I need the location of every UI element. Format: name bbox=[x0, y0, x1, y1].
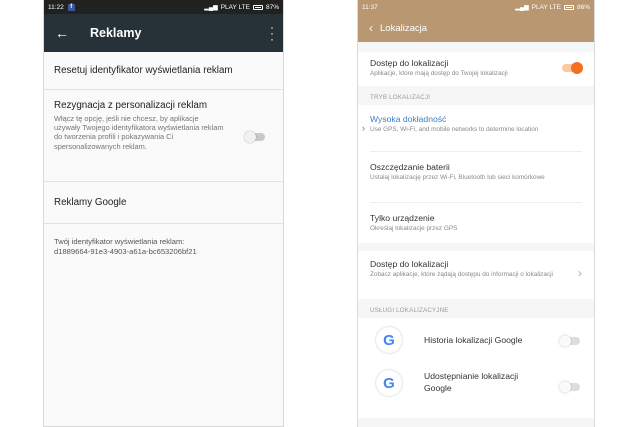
location-access-title: Dostęp do lokalizacji bbox=[370, 58, 449, 68]
status-bar: 11:22 f ▂▄▆ PLAY LTE 87% bbox=[44, 0, 283, 14]
battery-icon bbox=[563, 4, 574, 10]
google-ads-label: Reklamy Google bbox=[54, 197, 127, 208]
mode-battery-saving-subtitle: Ustalaj lokalizację przez Wi-Fi, Bluetoo… bbox=[370, 174, 545, 181]
overflow-menu-icon[interactable]: · · · bbox=[269, 21, 275, 45]
reset-ad-id-item[interactable]: Resetuj identyfikator wyświetlania rekla… bbox=[44, 52, 283, 90]
location-services-section: G Historia lokalizacji Google G Udostępn… bbox=[358, 318, 594, 418]
mode-device-only-subtitle: Określaj lokalizacje przez GPS bbox=[370, 225, 458, 232]
opt-out-title: Rezygnacja z personalizacji reklam bbox=[54, 100, 208, 111]
battery-percent: 86% bbox=[576, 3, 590, 11]
opt-out-description: Włącz tę opcję, jeśli nie chcesz, by apl… bbox=[54, 114, 224, 151]
location-settings-screen: 11:37 ▂▄▆ PLAY LTE 86% ‹ Lokalizacja Dos… bbox=[357, 0, 595, 427]
location-access-section: Dostęp do lokalizacji Aplikacje, które m… bbox=[358, 52, 594, 86]
facebook-notification-icon: f bbox=[67, 3, 75, 11]
location-mode-header: TRYB LOKALIZACJI bbox=[370, 94, 431, 101]
network-label: PLAY LTE bbox=[220, 3, 250, 11]
signal-icon: ▂▄▆ bbox=[515, 4, 529, 11]
reset-ad-id-label: Resetuj identyfikator wyświetlania rekla… bbox=[54, 65, 233, 76]
location-services-header: USŁUGI LOKALIZACYJNE bbox=[370, 307, 449, 314]
location-access-toggle[interactable] bbox=[562, 62, 583, 74]
page-title: Lokalizacja bbox=[380, 22, 427, 34]
google-location-sharing-label: Udostępnianie lokalizacji Google bbox=[424, 371, 519, 393]
google-logo-icon: G bbox=[376, 327, 402, 353]
mode-high-accuracy-title: Wysoka dokładność bbox=[370, 114, 447, 124]
signal-icon: ▂▄▆ bbox=[204, 4, 218, 11]
chevron-right-icon: › bbox=[578, 266, 582, 280]
app-bar: ← Reklamy · · · bbox=[44, 14, 283, 52]
network-label: PLAY LTE bbox=[531, 3, 561, 11]
status-time: 11:37 bbox=[362, 3, 378, 11]
mode-high-accuracy-subtitle: Use GPS, Wi-Fi, and mobile networks to d… bbox=[370, 126, 539, 133]
google-location-history-label: Historia lokalizacji Google bbox=[424, 335, 523, 345]
google-location-history-item[interactable]: G Historia lokalizacji Google bbox=[358, 318, 594, 362]
mode-high-accuracy[interactable]: › Wysoka dokładność Use GPS, Wi-Fi, and … bbox=[358, 105, 594, 151]
mode-device-only-title: Tylko urządzenie bbox=[370, 213, 435, 223]
app-bar: ‹ Lokalizacja bbox=[358, 14, 594, 42]
page-title: Reklamy bbox=[90, 26, 142, 40]
location-access-subtitle: Aplikacje, które mają dostęp do Twojej l… bbox=[370, 70, 508, 77]
battery-icon bbox=[252, 4, 263, 10]
opt-out-personalization-item[interactable]: Rezygnacja z personalizacji reklam Włącz… bbox=[44, 90, 283, 182]
google-logo-icon: G bbox=[376, 370, 402, 396]
mode-battery-saving[interactable]: Oszczędzanie baterii Ustalaj lokalizację… bbox=[358, 152, 594, 202]
ad-id-value: d1889664-91e3-4903-a61a-bc653206bf21 bbox=[54, 247, 197, 256]
back-arrow-icon[interactable]: ← bbox=[44, 25, 80, 41]
app-location-access-title: Dostęp do lokalizacji bbox=[370, 259, 449, 269]
google-location-sharing-item[interactable]: G Udostępnianie lokalizacji Google bbox=[358, 362, 594, 412]
app-location-access-subtitle: Zobacz aplikacje, które żądają dostępu d… bbox=[370, 271, 553, 278]
google-location-sharing-switch[interactable] bbox=[559, 381, 580, 393]
opt-out-switch[interactable] bbox=[244, 131, 265, 143]
status-time: 11:22 bbox=[48, 3, 64, 11]
battery-percent: 87% bbox=[265, 3, 279, 11]
back-chevron-icon[interactable]: ‹ bbox=[362, 21, 380, 35]
location-access-item[interactable]: Dostęp do lokalizacji Aplikacje, które m… bbox=[358, 52, 594, 84]
selected-indicator-icon: › bbox=[362, 123, 365, 133]
google-location-history-switch[interactable] bbox=[559, 335, 580, 347]
mode-device-only[interactable]: Tylko urządzenie Określaj lokalizacje pr… bbox=[358, 203, 594, 243]
status-bar: 11:37 ▂▄▆ PLAY LTE 86% bbox=[358, 0, 594, 14]
ads-settings-screen: 11:22 f ▂▄▆ PLAY LTE 87% ← Reklamy · · · R… bbox=[43, 0, 284, 427]
google-ads-item[interactable]: Reklamy Google bbox=[44, 182, 283, 224]
app-location-access-section: Dostęp do lokalizacji Zobacz aplikacje, … bbox=[358, 251, 594, 299]
ad-id-info: Twój identyfikator wyświetlania reklam: … bbox=[44, 224, 283, 274]
ad-id-label: Twój identyfikator wyświetlania reklam: bbox=[54, 237, 185, 246]
mode-battery-saving-title: Oszczędzanie baterii bbox=[370, 162, 450, 172]
app-location-access-item[interactable]: Dostęp do lokalizacji Zobacz aplikacje, … bbox=[358, 251, 594, 285]
location-mode-section: › Wysoka dokładność Use GPS, Wi-Fi, and … bbox=[358, 105, 594, 243]
